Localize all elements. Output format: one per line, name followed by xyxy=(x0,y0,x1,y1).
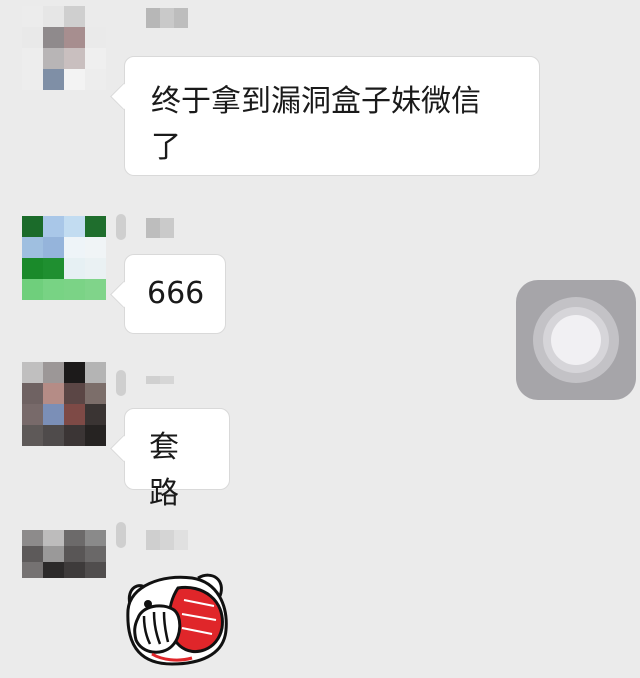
avatar[interactable] xyxy=(22,530,106,594)
message-bubble[interactable]: 终于拿到漏洞盒子妹微信 了 xyxy=(124,56,540,176)
avatar[interactable] xyxy=(22,362,106,446)
face-palm-sticker[interactable] xyxy=(122,566,232,666)
status-indicator xyxy=(116,370,126,396)
status-indicator xyxy=(116,522,126,548)
avatar[interactable] xyxy=(22,6,106,90)
sender-name xyxy=(146,8,188,28)
avatar[interactable] xyxy=(22,216,106,300)
assistive-touch-ring-inner xyxy=(543,307,609,373)
status-indicator xyxy=(116,214,126,240)
message-bubble[interactable]: 套路 xyxy=(124,408,230,511)
sender-name xyxy=(146,376,174,388)
assistive-touch-core xyxy=(551,315,601,365)
sender-name xyxy=(146,218,174,238)
assistive-touch-ring-outer xyxy=(533,297,619,383)
assistive-touch-icon[interactable] xyxy=(516,280,636,400)
message-bubble[interactable]: 666 xyxy=(124,254,226,334)
sender-name xyxy=(146,530,188,550)
